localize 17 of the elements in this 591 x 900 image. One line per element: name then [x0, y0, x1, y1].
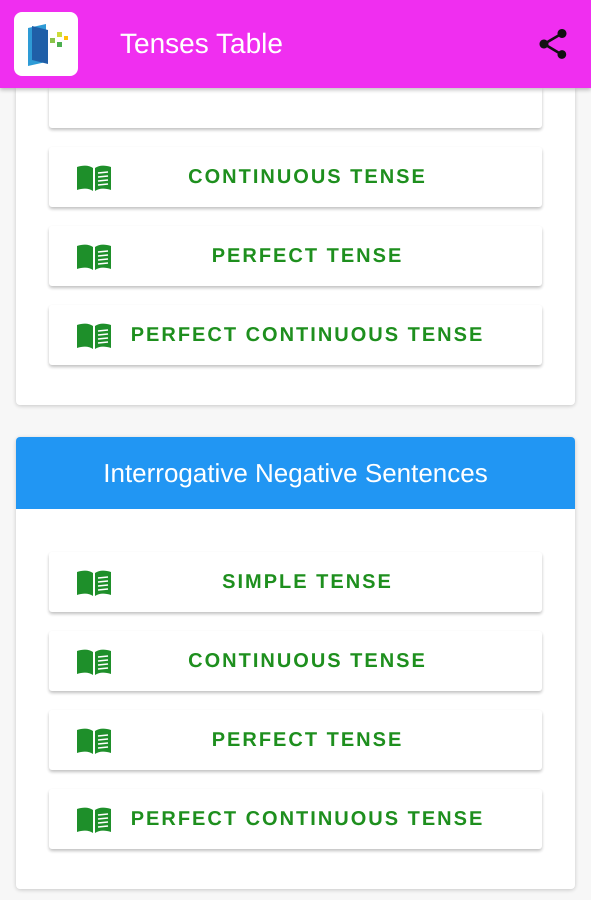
- app-logo-icon: [14, 12, 78, 76]
- tense-button[interactable]: PERFECT CONTINUOUS TENSE: [49, 305, 542, 365]
- app-title: Tenses Table: [120, 28, 284, 60]
- tense-button[interactable]: CONTINUOUS TENSE: [49, 631, 542, 691]
- tense-button[interactable]: CONTINUOUS TENSE: [49, 147, 542, 207]
- book-icon: [75, 243, 113, 271]
- tense-button[interactable]: SIMPLE TENSE: [49, 552, 542, 612]
- tense-button[interactable]: PERFECT CONTINUOUS TENSE: [49, 789, 542, 849]
- section-title: Interrogative Negative Sentences: [103, 458, 488, 488]
- book-icon: [75, 727, 113, 755]
- tense-button[interactable]: PERFECT TENSE: [49, 710, 542, 770]
- book-icon: [75, 648, 113, 676]
- book-icon: [75, 322, 113, 350]
- book-icon: [75, 569, 113, 597]
- book-icon: [75, 164, 113, 192]
- tense-button[interactable]: PERFECT TENSE: [49, 226, 542, 286]
- book-icon: [75, 806, 113, 834]
